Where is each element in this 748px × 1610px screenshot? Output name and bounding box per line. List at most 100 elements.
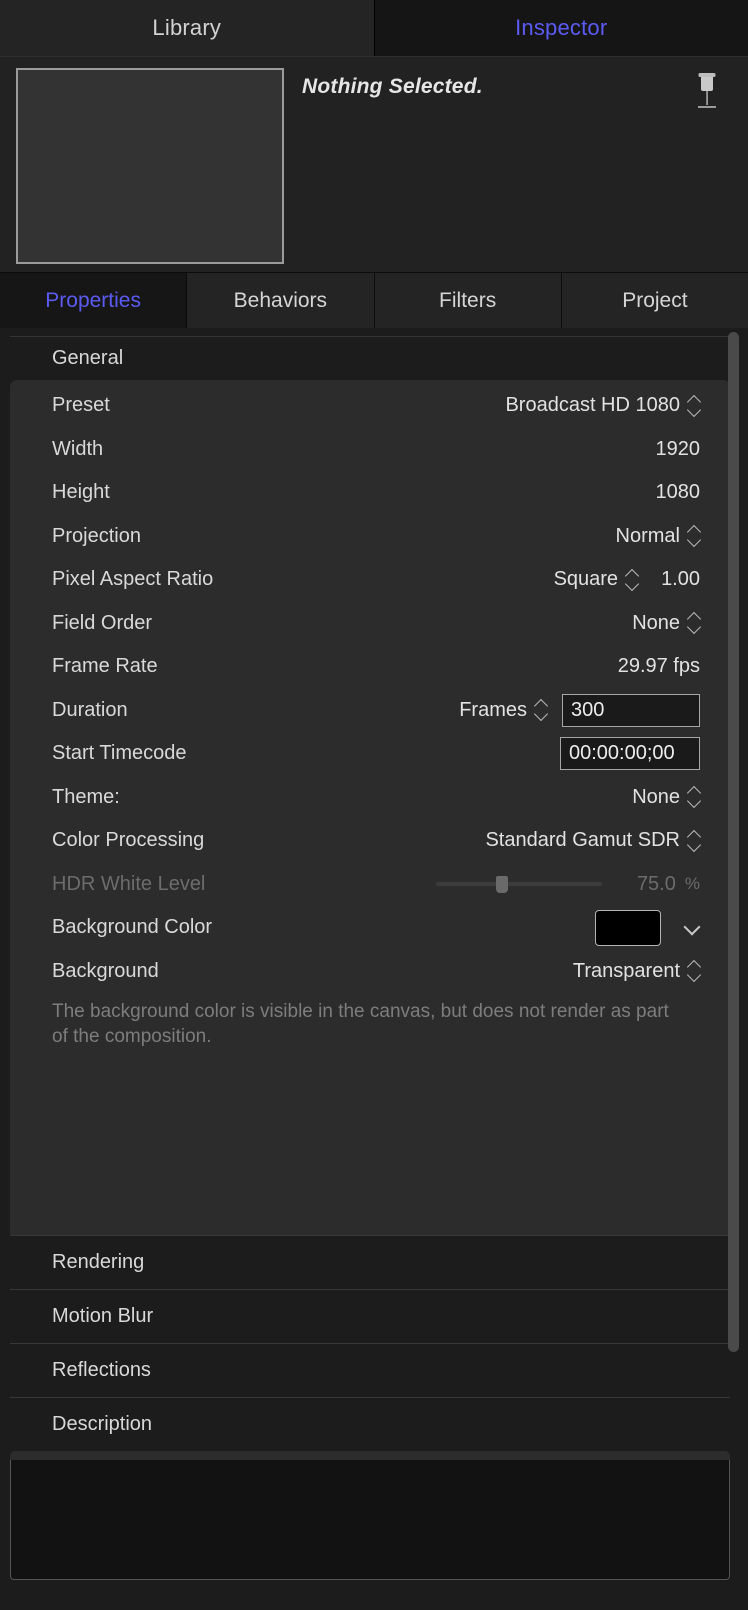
slider-knob[interactable] [495,876,508,894]
theme-value: None [632,785,680,808]
general-group-header[interactable]: General [10,336,730,380]
row-background-color: Background Color [10,906,730,950]
pushpin-icon[interactable] [694,71,720,115]
start-timecode-input[interactable]: 00:00:00;00 [560,737,700,771]
row-width: Width 1920 [10,428,730,472]
background-color-swatch[interactable] [595,909,661,946]
tab-filters[interactable]: Filters [374,273,562,328]
general-group: General Preset Broadcast HD 1080 Width 1… [10,336,730,1236]
tab-project[interactable]: Project [561,273,748,328]
tab-project-label: Project [622,288,688,312]
projection-value: Normal [615,524,680,547]
inspector-tab-bar: Properties Behaviors Filters Project [0,272,748,328]
section-description[interactable]: Description [10,1397,730,1451]
label-theme: Theme: [52,785,120,808]
preset-popup[interactable]: Broadcast HD 1080 [505,394,700,417]
chevron-updown-icon [627,570,638,590]
start-timecode-input-value: 00:00:00;00 [569,742,675,765]
frame-rate-value-control[interactable]: 29.97 fps [618,655,700,678]
tab-inspector[interactable]: Inspector [374,0,748,56]
section-reflections-label: Reflections [52,1359,151,1382]
tab-library[interactable]: Library [0,0,375,56]
row-start-timecode: Start Timecode 00:00:00;00 [10,732,730,776]
preset-value: Broadcast HD 1080 [505,394,680,417]
tab-behaviors[interactable]: Behaviors [187,273,375,328]
pixel-aspect-ratio-value[interactable]: Square [554,568,619,591]
field-order-value: None [632,611,680,634]
chevron-updown-icon [536,700,547,720]
section-motion-blur[interactable]: Motion Blur [10,1289,730,1343]
inspector-window: Library Inspector Nothing Selected. Prop… [0,0,748,1610]
label-pixel-aspect-ratio: Pixel Aspect Ratio [52,568,214,591]
properties-scroll-area[interactable]: General Preset Broadcast HD 1080 Width 1… [0,328,748,1602]
background-popup[interactable]: Transparent [573,960,700,983]
section-description-label: Description [52,1413,153,1436]
top-tab-bar: Library Inspector [0,0,748,56]
chevron-updown-icon [689,961,700,981]
color-processing-value: Standard Gamut SDR [485,829,680,852]
section-rendering[interactable]: Rendering [10,1235,730,1289]
pixel-aspect-ratio-controls: Square 1.00 [554,568,700,591]
hdr-white-level-value[interactable]: 75.0 [637,873,676,896]
row-color-processing: Color Processing Standard Gamut SDR [10,819,730,863]
preview-header: Nothing Selected. [0,56,748,272]
background-value: Transparent [572,959,680,982]
tab-filters-label: Filters [439,288,497,312]
section-reflections[interactable]: Reflections [10,1343,730,1397]
label-hdr-white-level: HDR White Level [52,872,206,895]
row-duration: Duration Frames 300 [10,689,730,733]
row-theme: Theme: None [10,776,730,820]
background-note: The background color is visible in the c… [52,1001,669,1048]
tab-behaviors-label: Behaviors [233,288,328,312]
theme-popup[interactable]: None [632,786,700,809]
label-preset: Preset [52,394,110,417]
duration-input[interactable]: 300 [562,693,700,727]
start-timecode-controls: 00:00:00;00 [560,737,700,771]
general-panel: Preset Broadcast HD 1080 Width 1920 Heig… [10,380,730,1236]
projection-popup[interactable]: Normal [616,525,700,548]
chevron-updown-icon [689,613,700,633]
scrollbar-track[interactable] [728,328,742,1602]
tab-properties-label: Properties [45,288,141,312]
label-width: Width [52,437,104,460]
description-textarea[interactable] [10,1460,730,1581]
row-background: Background Transparent [10,950,730,994]
label-frame-rate: Frame Rate [52,655,158,678]
duration-unit-value[interactable]: Frames [459,699,527,722]
hdr-white-level-controls: 75.0 % [435,873,700,896]
general-group-title: General [52,347,124,369]
label-height: Height [52,481,110,504]
chevron-down-icon[interactable] [684,920,700,936]
row-height: Height 1080 [10,471,730,515]
chevron-updown-icon [689,831,700,851]
scrollbar-thumb[interactable] [728,332,739,1352]
preview-thumbnail[interactable] [16,68,284,264]
selection-status-text: Nothing Selected. [302,75,483,98]
description-panel-top [10,1451,730,1461]
row-projection: Projection Normal [10,515,730,559]
section-rendering-label: Rendering [52,1251,145,1274]
width-value-control[interactable]: 1920 [656,438,701,461]
color-processing-popup[interactable]: Standard Gamut SDR [485,829,700,852]
label-color-processing: Color Processing [52,829,205,852]
tab-properties[interactable]: Properties [0,273,188,328]
hdr-white-level-units: % [684,874,700,894]
chevron-updown-icon [689,526,700,546]
height-value-control[interactable]: 1080 [656,481,701,504]
tab-library-label: Library [152,15,222,40]
height-value: 1080 [655,481,701,504]
hdr-white-level-slider[interactable] [435,873,602,895]
field-order-popup[interactable]: None [632,612,700,635]
panel-filler [10,1049,730,1227]
pixel-aspect-ratio-number[interactable]: 1.00 [661,568,700,591]
background-color-controls [595,909,700,946]
chevron-updown-icon [689,396,700,416]
duration-input-value: 300 [571,698,605,721]
row-field-order: Field Order None [10,602,730,646]
frame-rate-value: 29.97 fps [617,655,700,678]
section-motion-blur-label: Motion Blur [52,1305,154,1328]
tab-inspector-label: Inspector [515,15,608,40]
label-duration: Duration [52,698,128,721]
row-hdr-white-level: HDR White Level 75.0 % [10,863,730,907]
chevron-updown-icon [689,787,700,807]
